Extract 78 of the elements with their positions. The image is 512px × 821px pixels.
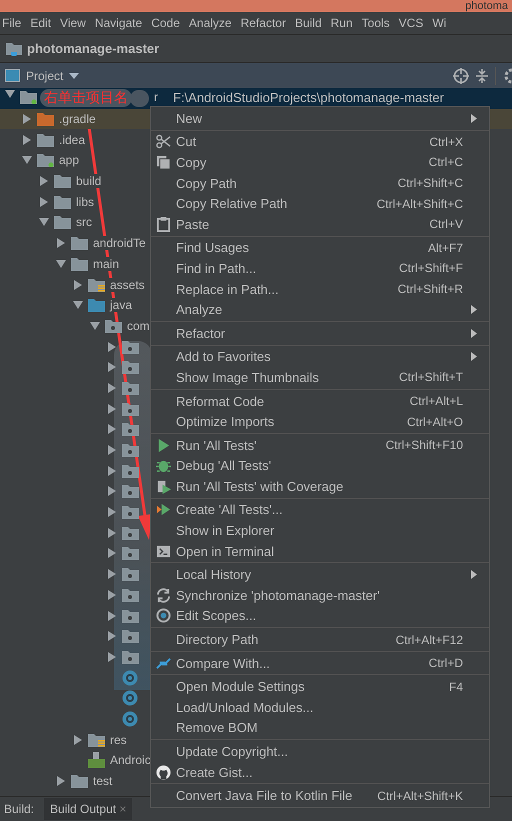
menu-bar-item[interactable]: Navigate bbox=[94, 16, 142, 30]
tree-item-label[interactable]: androidTe bbox=[92, 236, 147, 250]
tree-item-label[interactable]: java bbox=[109, 298, 134, 312]
context-menu-item[interactable]: Directory Path Ctrl+Alt+F12 bbox=[151, 629, 489, 650]
shortcut-text: Ctrl+Alt+F12 bbox=[396, 632, 463, 647]
context-menu-item[interactable]: Show Image Thumbnails Ctrl+Shift+T bbox=[151, 367, 489, 388]
context-menu-item[interactable]: Replace in Path... Ctrl+Shift+R bbox=[151, 278, 489, 300]
window-title: photoma bbox=[465, 0, 509, 12]
project-path: F:\AndroidStudioProjects\photomanage-master bbox=[173, 90, 444, 105]
context-menu-item[interactable]: Load/Unload Modules... bbox=[151, 697, 489, 718]
context-menu-item[interactable]: Add to Favorites bbox=[151, 346, 489, 368]
context-menu-item[interactable]: Create 'All Tests'... bbox=[151, 500, 489, 520]
context-menu-item[interactable]: Local History bbox=[151, 564, 489, 586]
project-view-dropdown[interactable]: Project bbox=[26, 68, 80, 82]
shortcut-text: Ctrl+X bbox=[429, 134, 463, 149]
build-output-tab[interactable]: Build Output × bbox=[44, 798, 132, 820]
menu-bar-item[interactable]: File bbox=[2, 16, 22, 30]
tree-item-label[interactable]: assets bbox=[109, 278, 146, 292]
context-menu-item[interactable]: Paste Ctrl+V bbox=[151, 214, 489, 235]
shortcut-text: Ctrl+Alt+Shift+K bbox=[377, 788, 463, 803]
tree-item-label[interactable]: build bbox=[75, 174, 102, 188]
context-menu-item[interactable]: Update Copyright... bbox=[151, 741, 489, 762]
context-menu-item[interactable]: Find in Path... Ctrl+Shift+F bbox=[151, 258, 489, 279]
shortcut-text: Ctrl+Shift+R bbox=[398, 282, 463, 296]
menu-bar-item[interactable]: VCS bbox=[398, 16, 424, 30]
menu-bar-item[interactable]: Build bbox=[294, 16, 322, 30]
annotation-text: 右单击项目名 bbox=[40, 89, 132, 107]
tree-item-label[interactable]: test bbox=[92, 774, 114, 788]
menu-bar-item[interactable]: Edit bbox=[30, 16, 52, 30]
shortcut-text: F4 bbox=[448, 680, 463, 694]
tree-item-label[interactable]: .gradle bbox=[58, 112, 97, 126]
context-menu-item[interactable]: Open Module Settings F4 bbox=[151, 676, 489, 698]
shortcut-text: Ctrl+D bbox=[428, 656, 463, 670]
context-menu-item[interactable]: Run 'All Tests' with Coverage bbox=[151, 476, 489, 497]
shortcut-text: Ctrl+Shift+C bbox=[398, 176, 463, 190]
shortcut-text: Ctrl+Alt+L bbox=[410, 394, 463, 408]
context-menu-item[interactable]: New bbox=[151, 108, 489, 129]
tree-item-label[interactable]: main bbox=[92, 256, 120, 271]
menu-bar-item[interactable]: Run bbox=[330, 16, 353, 30]
close-icon[interactable]: × bbox=[119, 802, 126, 816]
shortcut-text: Alt+F7 bbox=[428, 240, 463, 255]
context-menu-item[interactable]: Copy Path Ctrl+Shift+C bbox=[151, 172, 489, 194]
tree-item-label[interactable]: .idea bbox=[58, 132, 86, 147]
tree-item-label[interactable]: libs bbox=[75, 194, 96, 209]
build-label: Build: bbox=[4, 802, 34, 816]
context-menu-item[interactable]: Remove BOM bbox=[151, 718, 489, 738]
shortcut-text: Ctrl+Alt+Shift+C bbox=[376, 196, 463, 211]
context-menu-item[interactable]: Compare With... Ctrl+D bbox=[151, 652, 489, 674]
shortcut-text: Ctrl+Alt+O bbox=[406, 414, 463, 429]
context-menu-item[interactable]: Run 'All Tests' Ctrl+Shift+F10 bbox=[151, 434, 489, 456]
context-menu-item[interactable]: Copy Ctrl+C bbox=[151, 152, 489, 173]
context-menu-item[interactable]: Find Usages Alt+F7 bbox=[151, 238, 489, 258]
context-menu-item[interactable]: Optimize Imports Ctrl+Alt+O bbox=[151, 411, 489, 432]
menu-bar-item[interactable]: Analyze bbox=[188, 16, 232, 30]
menu-bar-item[interactable]: View bbox=[60, 16, 86, 30]
project-name[interactable]: photomanage-master bbox=[27, 41, 160, 56]
shortcut-text: Ctrl+C bbox=[428, 155, 463, 170]
context-menu-item[interactable]: Create Gist... bbox=[151, 762, 489, 782]
context-menu-item[interactable]: Edit Scopes... bbox=[151, 606, 489, 626]
context-menu-item[interactable]: Cut Ctrl+X bbox=[151, 132, 489, 152]
context-menu-item[interactable]: Analyze bbox=[151, 299, 489, 320]
context-menu-item[interactable]: Refactor bbox=[151, 322, 489, 344]
shortcut-text: Ctrl+Shift+T bbox=[398, 370, 463, 384]
menu-bar-item[interactable]: Code bbox=[151, 16, 180, 30]
shortcut-text: Ctrl+V bbox=[429, 217, 463, 232]
context-menu-item[interactable]: Debug 'All Tests' bbox=[151, 456, 489, 476]
shortcut-text: Ctrl+Shift+F bbox=[398, 261, 463, 276]
context-menu-item[interactable]: Show in Explorer bbox=[151, 520, 489, 541]
menu-bar-item[interactable]: Tools bbox=[362, 16, 390, 30]
tree-item-label[interactable]: Androic bbox=[109, 753, 152, 768]
context-menu-item[interactable]: Synchronize 'photomanage-master' bbox=[151, 585, 489, 606]
context-menu-item[interactable]: Convert Java File to Kotlin File Ctrl+Alt+Shift+K bbox=[151, 785, 489, 806]
shortcut-text: Ctrl+Shift+F10 bbox=[386, 438, 463, 452]
menu-bar-item[interactable]: Wi bbox=[432, 16, 446, 30]
menu-bar-item[interactable]: Refactor bbox=[240, 16, 286, 30]
context-menu-item[interactable]: Open in Terminal bbox=[151, 540, 489, 562]
context-menu-item[interactable]: Copy Relative Path Ctrl+Alt+Shift+C bbox=[151, 193, 489, 214]
context-menu-item[interactable]: Reformat Code Ctrl+Alt+L bbox=[151, 390, 489, 412]
